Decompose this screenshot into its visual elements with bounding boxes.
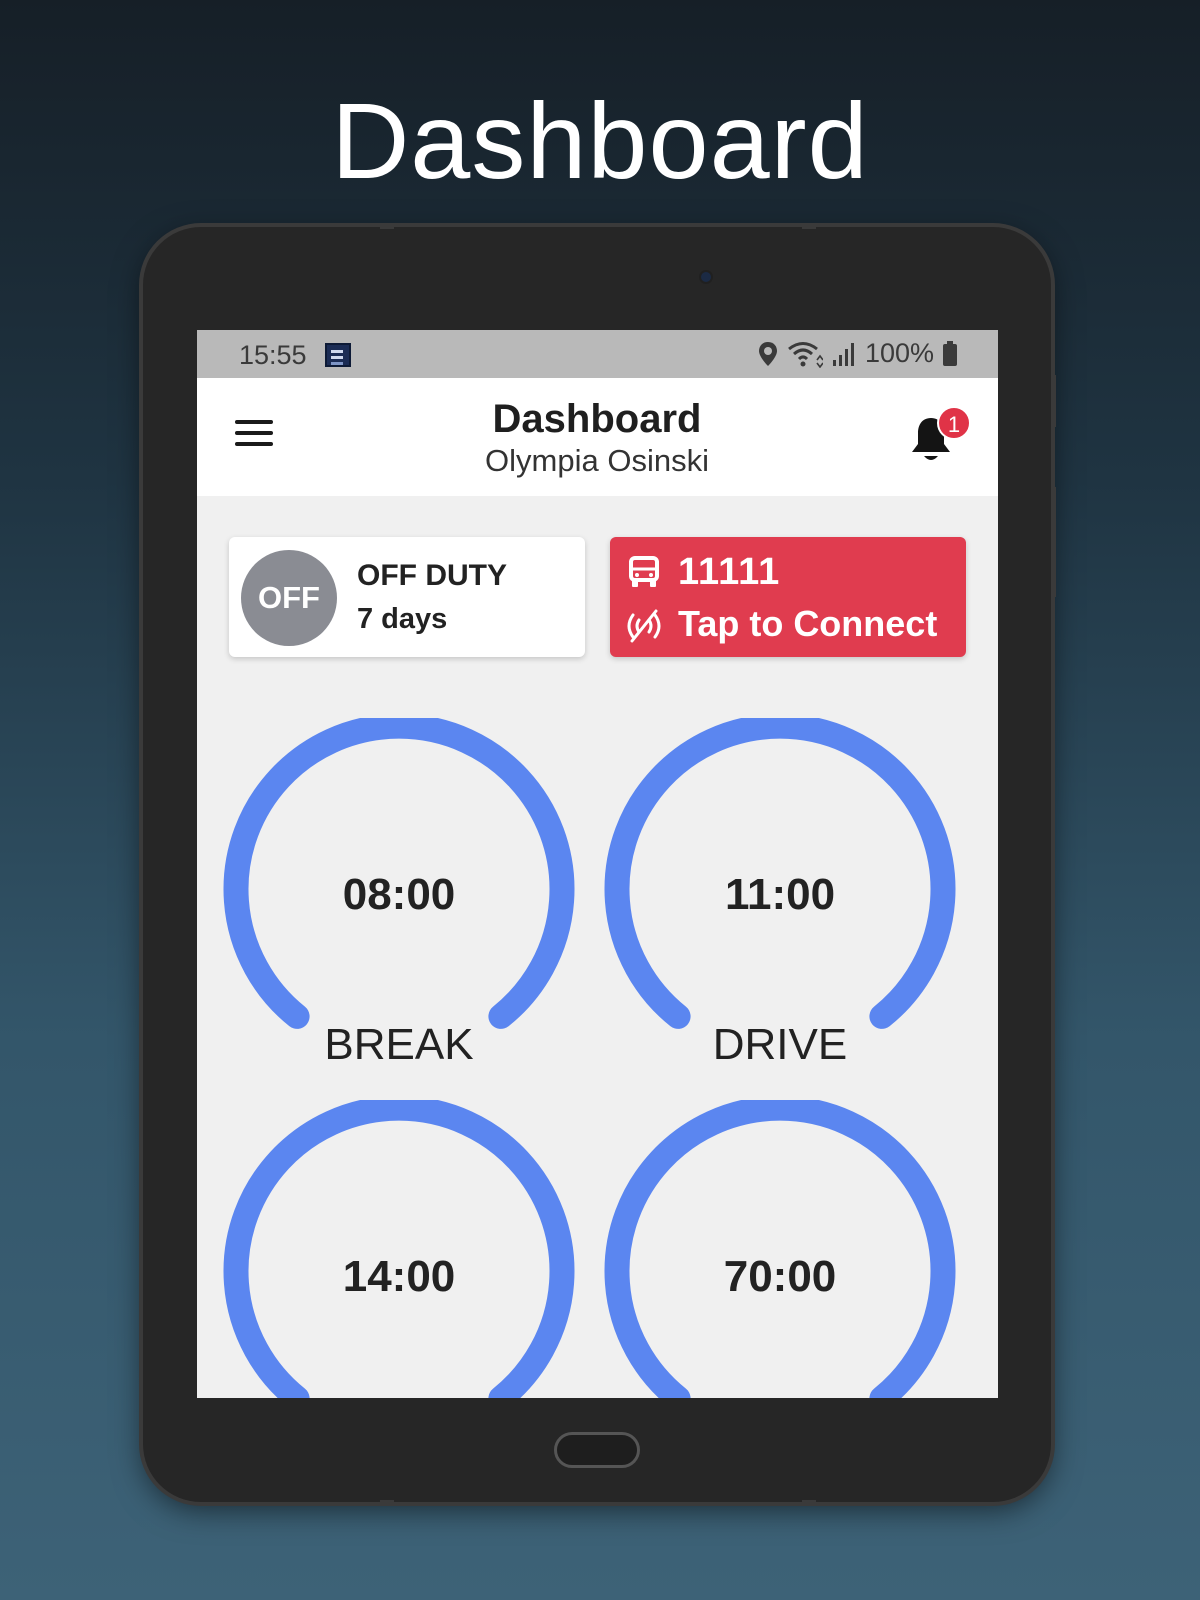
timer-value: 11:00 xyxy=(724,870,836,919)
truck-icon xyxy=(629,556,659,587)
shift-timer-gauge[interactable]: 14:00 xyxy=(219,1100,579,1398)
timer-value: 08:00 xyxy=(342,870,456,919)
drive-timer-gauge[interactable]: 11:00 DRIVE xyxy=(600,718,960,1078)
hero-title: Dashboard xyxy=(331,80,869,201)
wifi-icon xyxy=(788,341,823,368)
connect-label: Tap to Connect xyxy=(678,603,938,644)
device-side-button xyxy=(1051,375,1056,427)
timer-value: 14:00 xyxy=(342,1252,456,1301)
timer-value: 70:00 xyxy=(723,1252,837,1301)
battery-icon xyxy=(943,340,957,366)
app-notification-icon xyxy=(325,343,351,367)
timer-label: BREAK xyxy=(324,1020,474,1069)
gauge-arc xyxy=(604,1100,956,1398)
driver-name: Olympia Osinski xyxy=(485,443,709,478)
break-timer-gauge[interactable]: 08:00 BREAK xyxy=(219,718,579,1078)
duty-duration: 7 days xyxy=(357,603,448,635)
signal-icon xyxy=(832,342,854,366)
battery-percent: 100% xyxy=(864,338,934,368)
duty-status-card[interactable]: OFF OFF DUTY 7 days xyxy=(229,537,585,657)
app-screen: 15:55 100% Dashboard Olympia Osinski 1 O… xyxy=(197,330,998,1398)
vehicle-number: 11111 xyxy=(678,551,781,593)
location-icon xyxy=(758,341,777,366)
home-button[interactable] xyxy=(554,1432,640,1468)
notifications-button[interactable]: 1 xyxy=(909,406,971,470)
signal-off-icon xyxy=(627,609,661,643)
status-indicators: 100% xyxy=(757,338,958,369)
app-bar: Dashboard Olympia Osinski 1 xyxy=(197,378,998,496)
page-title: Dashboard xyxy=(492,397,702,441)
menu-icon xyxy=(235,420,273,424)
menu-button[interactable] xyxy=(235,418,275,450)
device-bottom-button xyxy=(802,1500,816,1505)
status-time: 15:55 xyxy=(239,340,307,370)
device-top-button xyxy=(802,224,816,229)
vehicle-connect-button[interactable]: 11111 Tap to Connect xyxy=(610,537,966,657)
duty-status-text: OFF DUTY xyxy=(357,559,507,592)
timer-label: DRIVE xyxy=(712,1020,848,1069)
camera-icon xyxy=(701,272,711,282)
device-bottom-button xyxy=(380,1500,394,1505)
gauge-arc xyxy=(223,1100,575,1398)
cycle-timer-gauge[interactable]: 70:00 xyxy=(600,1100,960,1398)
status-bar: 15:55 100% xyxy=(197,330,998,378)
duty-status-badge: OFF xyxy=(241,550,337,646)
notification-badge: 1 xyxy=(937,406,971,440)
app-title-block: Dashboard Olympia Osinski xyxy=(347,396,847,480)
device-top-button xyxy=(380,224,394,229)
device-side-button xyxy=(1051,487,1056,597)
